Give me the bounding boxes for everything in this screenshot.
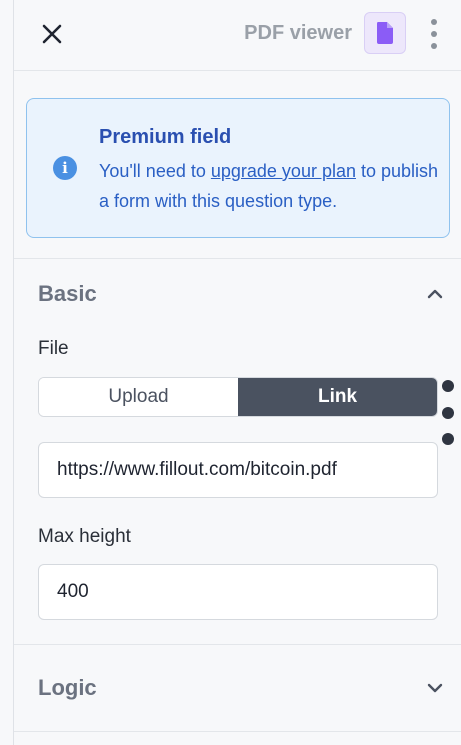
premium-field-notice: i Premium field You'll need to upgrade y… bbox=[26, 98, 450, 238]
file-source-toggle: Upload Link bbox=[38, 377, 438, 417]
drag-dot-icon bbox=[442, 407, 454, 419]
more-options-button[interactable] bbox=[424, 19, 444, 49]
max-height-label: Max height bbox=[38, 526, 131, 547]
info-icon: i bbox=[53, 156, 77, 180]
basic-section-title: Basic bbox=[38, 281, 97, 306]
chevron-up-icon[interactable] bbox=[423, 282, 447, 306]
more-dot-icon bbox=[431, 43, 437, 49]
premium-title: Premium field bbox=[99, 126, 232, 148]
drag-dot-icon bbox=[442, 380, 454, 392]
file-label: File bbox=[38, 338, 69, 359]
basic-section-header[interactable]: Basic bbox=[14, 258, 461, 329]
panel-header: PDF viewer bbox=[14, 0, 461, 71]
close-icon bbox=[42, 24, 62, 44]
more-dot-icon bbox=[431, 19, 437, 25]
file-url-input[interactable]: https://www.fillout.com/bitcoin.pdf bbox=[38, 442, 438, 498]
premium-message: You'll need to upgrade your plan to publ… bbox=[99, 156, 439, 216]
field-type-title: PDF viewer bbox=[244, 22, 352, 44]
more-dot-icon bbox=[431, 31, 437, 37]
pdf-file-icon bbox=[377, 22, 393, 44]
upload-tab[interactable]: Upload bbox=[39, 378, 238, 416]
field-settings-panel: PDF viewer i Premium field You'll need t… bbox=[14, 0, 461, 745]
premium-text-before: You'll need to bbox=[99, 161, 211, 181]
link-tab[interactable]: Link bbox=[238, 378, 437, 416]
logic-section-title: Logic bbox=[38, 675, 97, 700]
upgrade-plan-link[interactable]: upgrade your plan bbox=[211, 161, 356, 181]
close-button[interactable] bbox=[38, 20, 66, 48]
max-height-input[interactable]: 400 bbox=[38, 564, 438, 620]
drag-dot-icon bbox=[442, 433, 454, 445]
drag-handle[interactable] bbox=[442, 380, 454, 446]
chevron-down-icon[interactable] bbox=[423, 676, 447, 700]
field-type-badge bbox=[364, 12, 406, 54]
logic-section-header[interactable]: Logic bbox=[14, 644, 461, 732]
